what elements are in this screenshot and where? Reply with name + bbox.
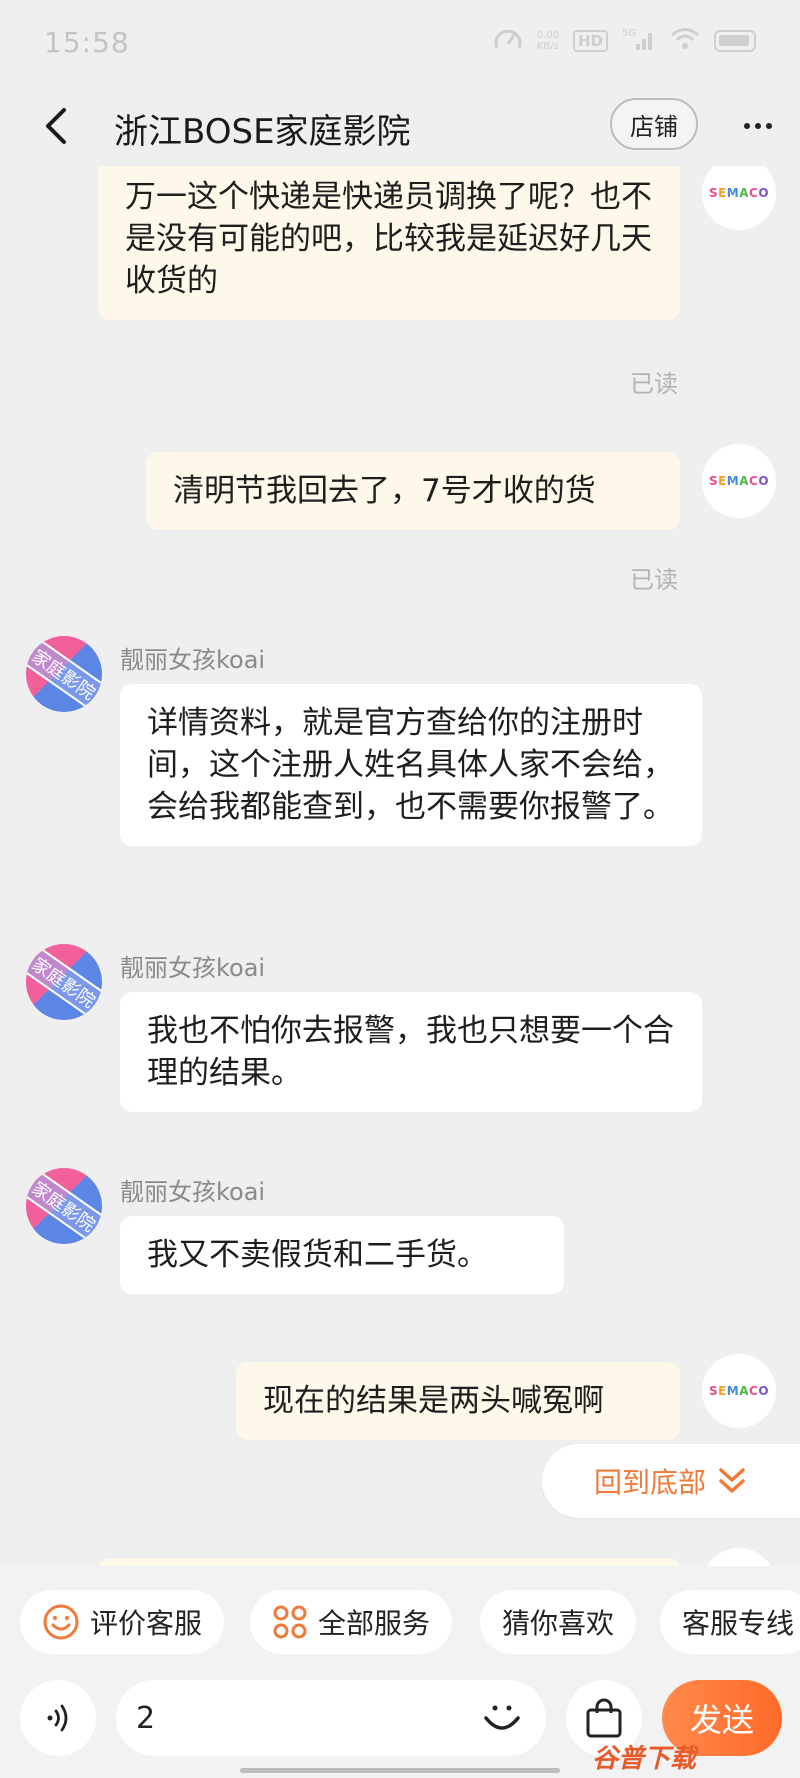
avatar-seller[interactable]: 家庭影院: [26, 636, 102, 712]
quick-actions-bar[interactable]: 评价客服 全部服务 猜你喜欢 客服专线: [0, 1566, 800, 1678]
avatar-me[interactable]: SEMACO: [702, 166, 776, 230]
all-services-chip[interactable]: 全部服务: [250, 1590, 453, 1654]
service-hotline-chip[interactable]: 客服专线: [660, 1590, 800, 1654]
status-bar: 15:58 0.00 KB/s HD 5G: [0, 0, 800, 86]
status-time: 15:58: [44, 26, 130, 59]
back-button[interactable]: [36, 104, 80, 148]
read-status: 已读: [630, 370, 678, 398]
semaco-logo: SEMACO: [708, 474, 770, 488]
watermark: 谷普下载: [592, 1744, 697, 1774]
wifi-icon: [670, 27, 700, 55]
shop-button[interactable]: 店铺: [610, 98, 698, 150]
scroll-to-bottom-label: 回到底部: [594, 1466, 707, 1499]
sender-nickname: 靓丽女孩koai: [120, 646, 266, 674]
message-bubble-received[interactable]: 我也不怕你去报警，我也只想要一个合理的结果。: [120, 992, 702, 1112]
avatar-stamp-text: 家庭影院: [26, 637, 102, 711]
status-icons: 0.00 KB/s HD 5G: [493, 26, 756, 56]
sender-nickname: 靓丽女孩koai: [120, 954, 266, 982]
page-title: 浙江BOSE家庭影院: [114, 112, 411, 152]
semaco-logo: SEMACO: [708, 1384, 770, 1398]
read-status: 已读: [630, 566, 678, 594]
avatar-seller[interactable]: 家庭影院: [26, 944, 102, 1020]
chat-header: 浙江BOSE家庭影院 店铺: [0, 86, 800, 166]
avatar-stamp-text: 家庭影院: [26, 945, 102, 1019]
signal-label: 5G: [622, 28, 636, 39]
chevron-left-icon: [46, 108, 66, 144]
all-services-label: 全部服务: [318, 1607, 431, 1640]
more-dot-icon: [766, 123, 772, 129]
hd-badge: HD: [572, 30, 608, 52]
scroll-to-bottom-button[interactable]: 回到底部: [542, 1444, 800, 1518]
semaco-logo: SEMACO: [708, 186, 770, 200]
smile-icon: [43, 1604, 79, 1640]
battery-icon: [714, 30, 756, 52]
net-speed-unit: KB/s: [536, 41, 559, 52]
home-indicator[interactable]: [240, 1768, 560, 1773]
rate-service-chip[interactable]: 评价客服: [20, 1590, 225, 1654]
net-speed-value: 0.00: [536, 30, 559, 41]
speedometer-icon: [493, 26, 523, 56]
double-chevron-down-icon: [719, 1468, 745, 1493]
avatar-me[interactable]: SEMACO: [702, 1354, 776, 1428]
chat-message-list[interactable]: 万一这个快递是快递员调换了呢？也不是没有可能的吧，比较我是延迟好几天收货的 SE…: [0, 166, 800, 1566]
sender-nickname: 靓丽女孩koai: [120, 1178, 266, 1206]
signal-icon: 5G: [622, 26, 656, 56]
service-hotline-label: 客服专线: [682, 1607, 795, 1640]
message-bubble-sent[interactable]: 现在的结果是两头喊冤啊: [236, 1362, 680, 1440]
message-bubble-sent[interactable]: 万一这个快递是快递员调换了呢？也不是没有可能的吧，比较我是延迟好几天收货的: [98, 166, 680, 320]
more-options-button[interactable]: [736, 108, 780, 144]
emoji-button[interactable]: [478, 1692, 526, 1740]
shopping-bag-icon: [586, 1698, 622, 1738]
avatar-seller[interactable]: 家庭影院: [26, 1168, 102, 1244]
avatar-stamp-text: 家庭影院: [26, 1169, 102, 1243]
avatar-me[interactable]: SEMACO: [702, 444, 776, 518]
more-dot-icon: [744, 123, 750, 129]
message-bubble-received[interactable]: 详情资料，就是官方查给你的注册时间，这个注册人姓名具体人家不会给，会给我都能查到…: [120, 684, 702, 846]
grid-icon: [273, 1605, 307, 1639]
rate-service-label: 评价客服: [90, 1607, 203, 1640]
voice-input-button[interactable]: [20, 1680, 96, 1756]
emoji-icon: [484, 1705, 520, 1730]
net-speed: 0.00 KB/s: [537, 30, 559, 52]
guess-you-like-label: 猜你喜欢: [502, 1607, 615, 1640]
message-bubble-received[interactable]: 我又不卖假货和二手货。: [120, 1216, 564, 1294]
voice-icon: [47, 1704, 68, 1732]
more-dot-icon: [755, 123, 761, 129]
message-bubble-sent[interactable]: 清明节我回去了，7号才收的货: [146, 452, 680, 530]
guess-you-like-chip[interactable]: 猜你喜欢: [480, 1590, 637, 1654]
